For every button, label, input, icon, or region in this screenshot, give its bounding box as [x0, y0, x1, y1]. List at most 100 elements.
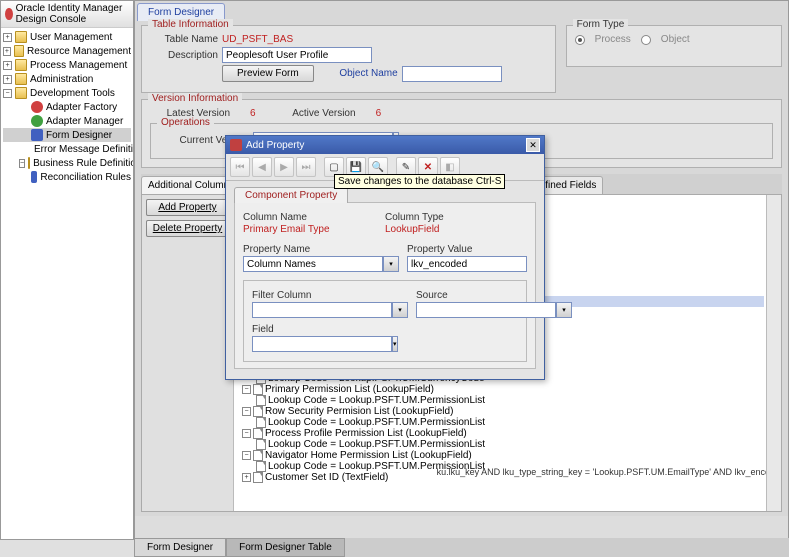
dialog-close-button[interactable]: ✕ — [526, 138, 540, 152]
tree-item[interactable]: + Administration — [3, 72, 131, 86]
source-combo[interactable] — [416, 302, 556, 318]
active-version-label: Active Version — [276, 108, 356, 119]
property-tree-item[interactable]: Lookup Code = Lookup.PSFT.UM.PermissionL… — [236, 439, 764, 450]
oracle-icon — [230, 139, 242, 151]
tree-label: Form Designer — [46, 130, 112, 141]
dialog-toolbar: ⏮ ◀ ▶ ⏭ ▢ 💾 🔍 ✎ ✕ ◧ Save changes to the … — [226, 154, 544, 181]
description-label: Description — [150, 50, 218, 61]
form-type-process-radio[interactable] — [575, 35, 585, 45]
field-combo[interactable] — [252, 336, 392, 352]
expander-icon[interactable]: − — [242, 429, 251, 438]
tree-item[interactable]: Adapter Manager — [3, 114, 131, 128]
expander-icon[interactable]: − — [3, 89, 12, 98]
operations-legend: Operations — [157, 117, 214, 128]
property-tree-item[interactable]: Lookup Code = Lookup.PSFT.UM.PermissionL… — [236, 417, 764, 428]
field-label: Field — [252, 324, 377, 335]
tree-label: User Management — [30, 32, 112, 43]
tree-item[interactable]: Form Designer — [3, 128, 131, 142]
dialog-main-section: Column Name Primary Email Type Column Ty… — [234, 202, 536, 369]
next-record-icon[interactable]: ▶ — [274, 157, 294, 177]
truncated-query-text: ku.lku_key AND lku_type_string_key = 'Lo… — [437, 467, 766, 477]
folder-icon — [15, 87, 27, 99]
expander-icon[interactable]: − — [242, 385, 251, 394]
property-name-label: Property Name — [243, 244, 399, 255]
properties-button-column: Add Property Delete Property — [142, 195, 234, 511]
filter-column-combo[interactable] — [252, 302, 392, 318]
tree-label: Administration — [30, 74, 93, 85]
tree-item[interactable]: − Development Tools — [3, 86, 131, 100]
expander-icon[interactable]: + — [3, 75, 12, 84]
table-information-group: Table Information Table Name UD_PSFT_BAS… — [141, 25, 556, 93]
expander-icon[interactable]: + — [3, 47, 11, 56]
expander-icon[interactable]: + — [3, 61, 12, 70]
dialog-filter-section: Filter Column ▾ Source ▾ Field ▾ — [243, 280, 527, 362]
property-tree-label: Lookup Code = Lookup.PSFT.UM.PermissionL… — [268, 417, 485, 428]
bottom-tab-form-designer-table[interactable]: Form Designer Table — [226, 538, 345, 557]
expander-icon[interactable]: + — [242, 473, 251, 482]
column-name-value: Primary Email Type — [243, 224, 385, 235]
navigator-title: Oracle Identity Manager Design Console — [1, 1, 133, 28]
dialog-subtab-component-property[interactable]: Component Property — [234, 187, 348, 203]
oracle-icon — [5, 8, 13, 20]
delete-property-button[interactable]: Delete Property — [146, 220, 229, 237]
prev-record-icon[interactable]: ◀ — [252, 157, 272, 177]
property-tree-label: Lookup Code = Lookup.PSFT.UM.PermissionL… — [268, 439, 485, 450]
description-input[interactable] — [222, 47, 372, 63]
table-name-value: UD_PSFT_BAS — [222, 34, 293, 45]
property-tree-label: Navigator Home Permission List (LookupFi… — [265, 450, 472, 461]
property-tree-item[interactable]: −Process Profile Permission List (Lookup… — [236, 428, 764, 439]
table-name-label: Table Name — [150, 34, 218, 45]
navigator-title-text: Oracle Identity Manager Design Console — [16, 3, 129, 25]
chevron-down-icon[interactable]: ▾ — [392, 302, 408, 318]
property-tree-item[interactable]: −Primary Permission List (LookupField) — [236, 384, 764, 395]
folder-icon — [15, 31, 27, 43]
tree-item[interactable]: + Resource Management — [3, 44, 131, 58]
chevron-down-icon[interactable]: ▾ — [556, 302, 572, 318]
form-type-object-radio[interactable] — [641, 35, 651, 45]
last-record-icon[interactable]: ⏭ — [296, 157, 316, 177]
tree-label: Resource Management — [27, 46, 131, 57]
property-tree-item[interactable]: Lookup Code = Lookup.PSFT.UM.PermissionL… — [236, 395, 764, 406]
form-type-group: Form Type Process Object — [566, 25, 782, 67]
tree-label: Adapter Factory — [46, 102, 117, 113]
tree-item[interactable]: + User Management — [3, 30, 131, 44]
bottom-tab-form-designer[interactable]: Form Designer — [134, 538, 226, 557]
document-icon — [253, 406, 263, 417]
tree-item[interactable]: Reconciliation Rules — [3, 170, 131, 184]
property-tree-item[interactable]: −Row Security Permision List (LookupFiel… — [236, 406, 764, 417]
navigator-panel: Oracle Identity Manager Design Console +… — [0, 0, 134, 540]
tree-item[interactable]: Adapter Factory — [3, 100, 131, 114]
document-icon — [253, 384, 263, 395]
expander-icon[interactable]: − — [19, 159, 25, 168]
tree-item[interactable]: Error Message Definition — [3, 142, 131, 156]
add-property-button[interactable]: Add Property — [146, 199, 229, 216]
property-tree-item[interactable]: − Navigator Home Permission List (LookupF… — [236, 450, 764, 461]
property-tree-label: Customer Set ID (TextField) — [265, 472, 388, 483]
folder-icon — [15, 59, 27, 71]
tree-label: Development Tools — [30, 88, 115, 99]
chevron-down-icon[interactable]: ▾ — [383, 256, 399, 272]
chevron-down-icon[interactable]: ▾ — [392, 336, 398, 352]
dialog-title-text: Add Property — [246, 140, 304, 151]
document-icon — [253, 428, 263, 439]
object-name-label: Object Name — [318, 68, 398, 79]
document-icon — [253, 472, 263, 483]
save-tooltip: Save changes to the database Ctrl-S — [334, 174, 505, 189]
scrollbar-vertical[interactable] — [766, 195, 781, 511]
top-tab-bar: Form Designer — [135, 1, 788, 21]
tree-label: Process Management — [30, 60, 127, 71]
property-value-label: Property Value — [407, 244, 527, 255]
expander-icon[interactable]: − — [242, 407, 251, 416]
preview-form-button[interactable]: Preview Form — [222, 65, 314, 82]
tree-item[interactable]: + Process Management — [3, 58, 131, 72]
property-name-combo[interactable] — [243, 256, 383, 272]
node-icon — [31, 129, 43, 141]
tree-item[interactable]: −Business Rule Definition — [3, 156, 131, 170]
object-name-input[interactable] — [402, 66, 502, 82]
dialog-titlebar[interactable]: Add Property ✕ — [226, 136, 544, 154]
first-record-icon[interactable]: ⏮ — [230, 157, 250, 177]
property-value-input[interactable] — [407, 256, 527, 272]
expander-icon[interactable]: − — [242, 451, 251, 460]
expander-icon[interactable]: + — [3, 33, 12, 42]
property-tree-label: Lookup Code = Lookup.PSFT.UM.PermissionL… — [268, 395, 485, 406]
